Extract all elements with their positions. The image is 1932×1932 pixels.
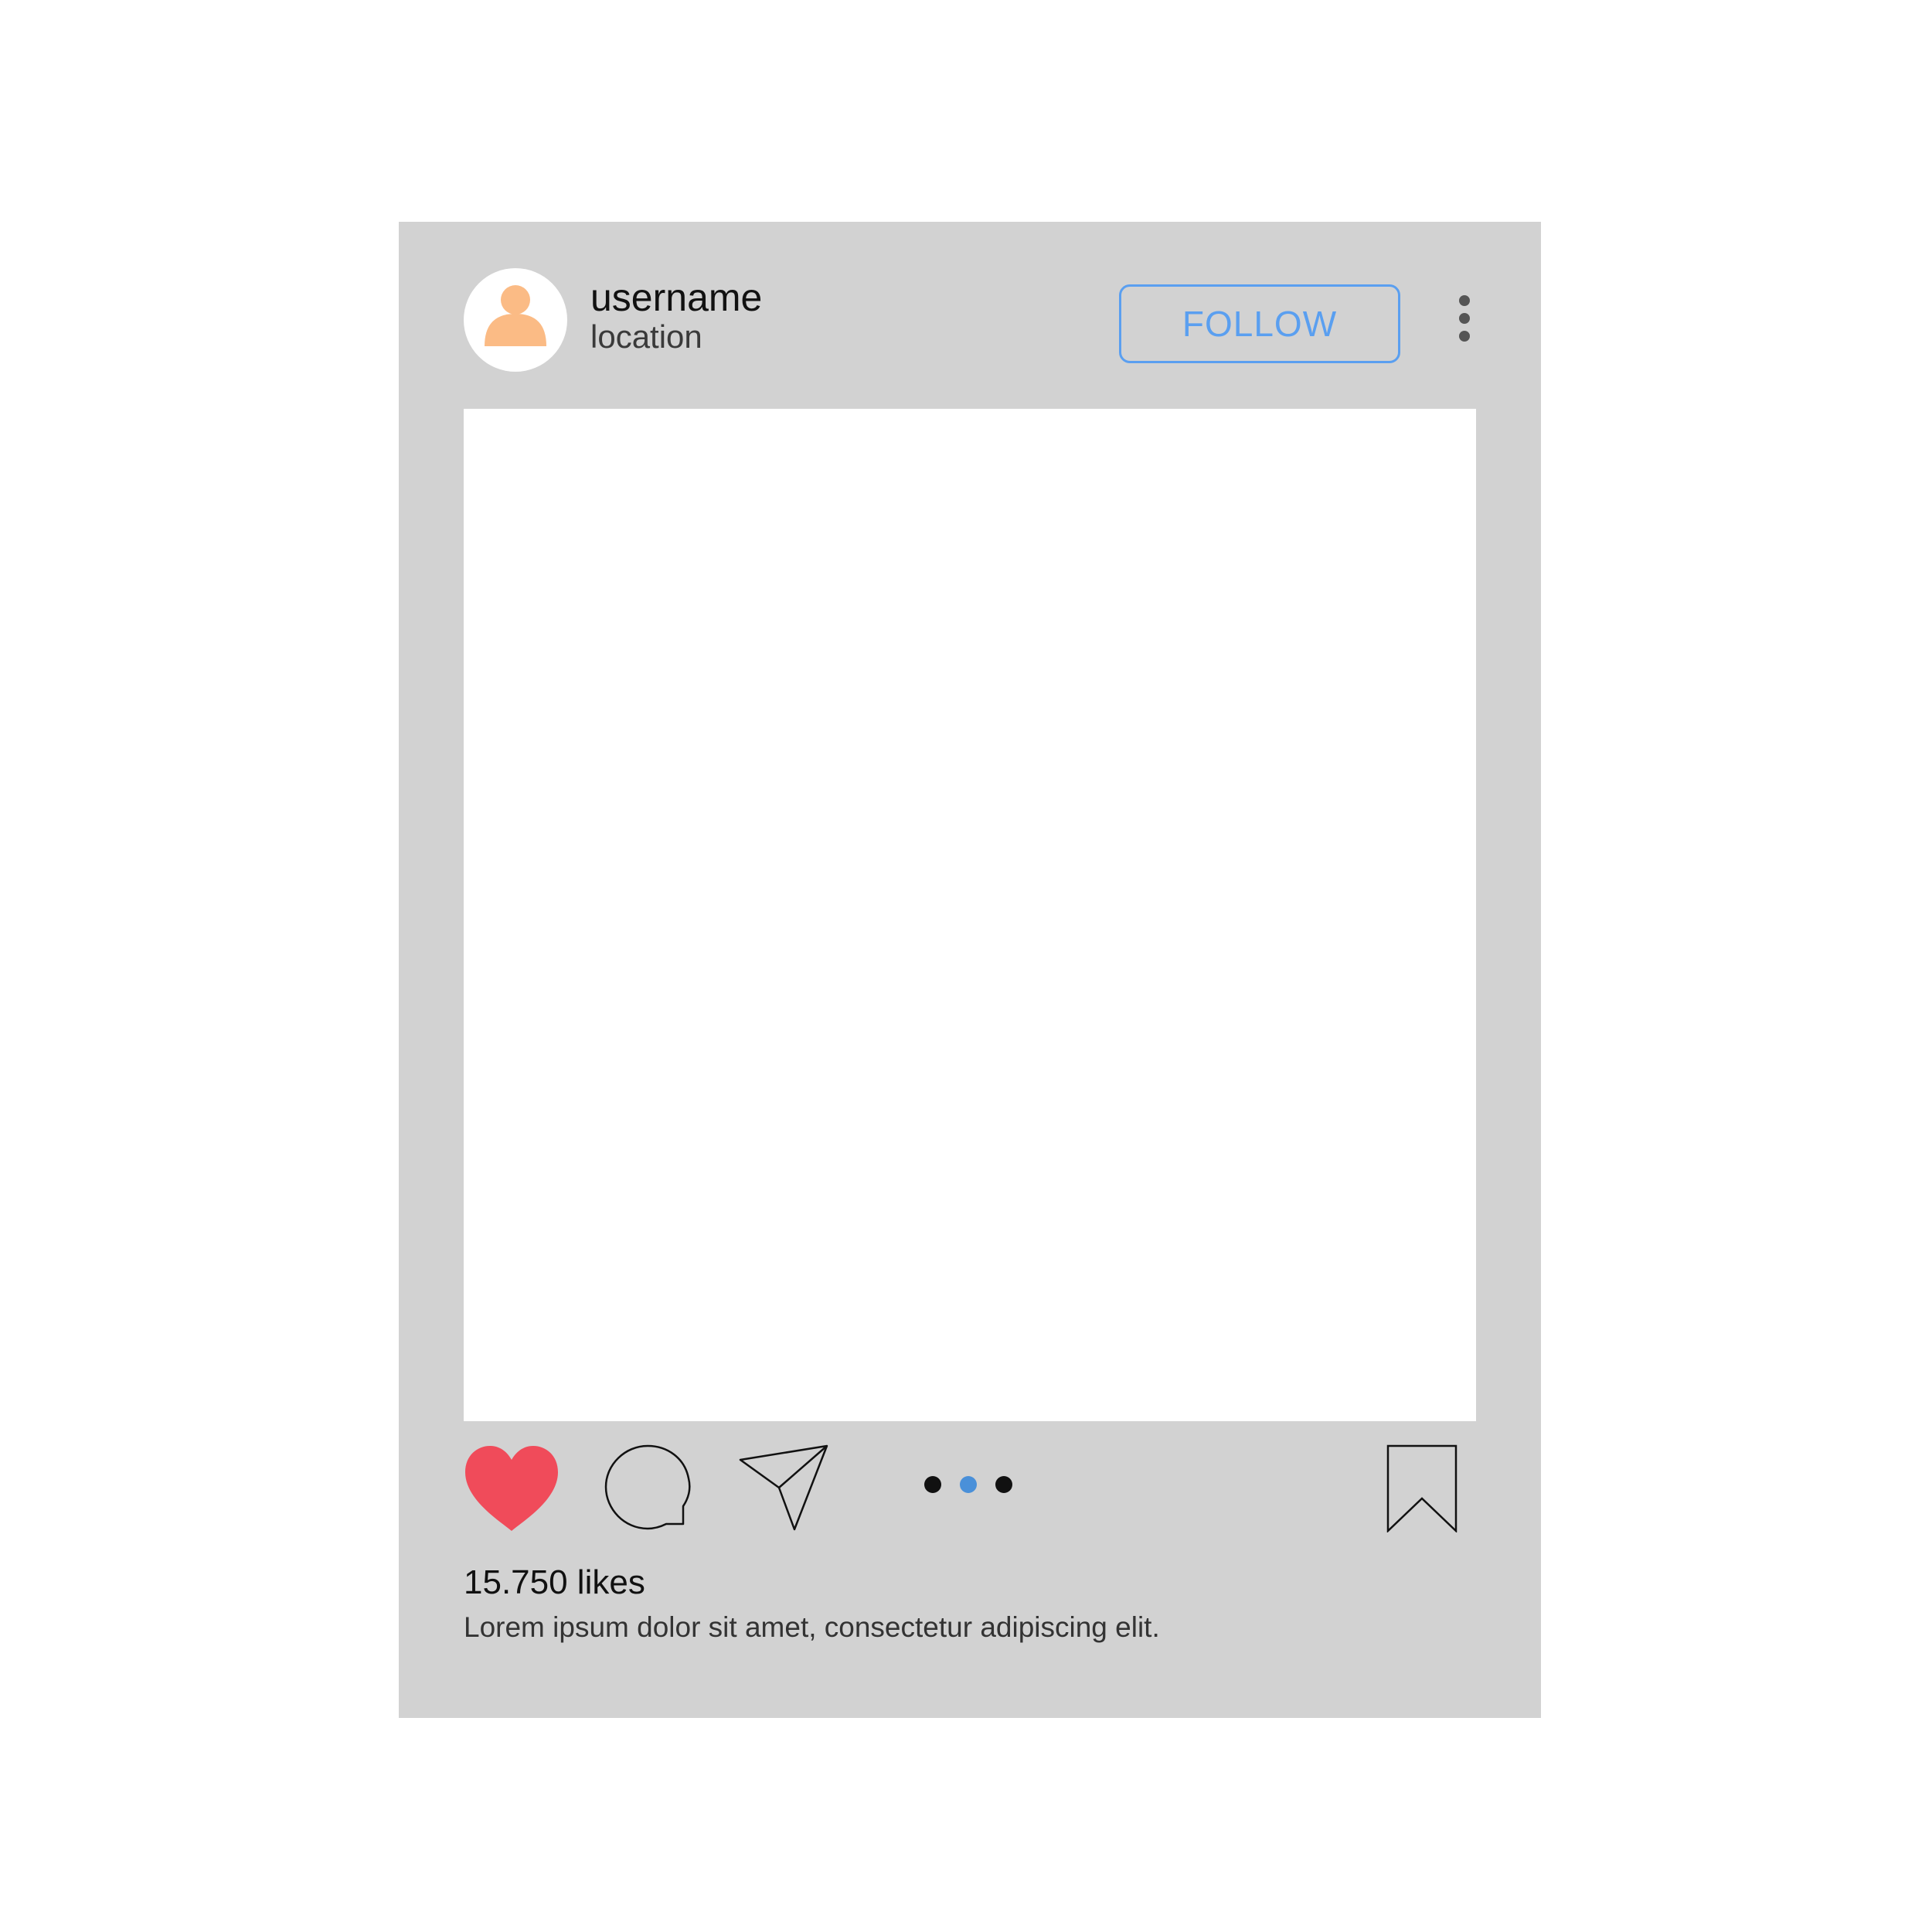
- bookmark-icon: [1386, 1444, 1458, 1532]
- post-card: username location FOLLOW 15.750 likes Lo…: [399, 222, 1541, 1718]
- carousel-dot[interactable]: [995, 1476, 1012, 1493]
- paper-plane-icon: [739, 1444, 828, 1531]
- username[interactable]: username: [590, 276, 762, 319]
- carousel-indicator: [924, 1476, 1014, 1495]
- save-button[interactable]: [1386, 1444, 1458, 1532]
- likes-count[interactable]: 15.750 likes: [464, 1563, 645, 1603]
- more-options-button[interactable]: [1453, 293, 1476, 355]
- more-vertical-icon: [1459, 295, 1470, 342]
- carousel-dot[interactable]: [924, 1476, 941, 1493]
- follow-button[interactable]: FOLLOW: [1119, 284, 1400, 363]
- like-button[interactable]: [464, 1444, 560, 1532]
- carousel-dot-active[interactable]: [960, 1476, 977, 1493]
- heart-icon: [465, 1446, 558, 1531]
- comment-bubble-icon: [604, 1444, 691, 1530]
- avatar[interactable]: [464, 268, 567, 372]
- user-avatar-icon: [485, 285, 546, 346]
- post-image[interactable]: [464, 409, 1476, 1421]
- location[interactable]: location: [590, 318, 702, 355]
- share-button[interactable]: [739, 1444, 828, 1531]
- comment-button[interactable]: [604, 1444, 691, 1531]
- post-caption: Lorem ipsum dolor sit amet, consectetur …: [464, 1611, 1160, 1643]
